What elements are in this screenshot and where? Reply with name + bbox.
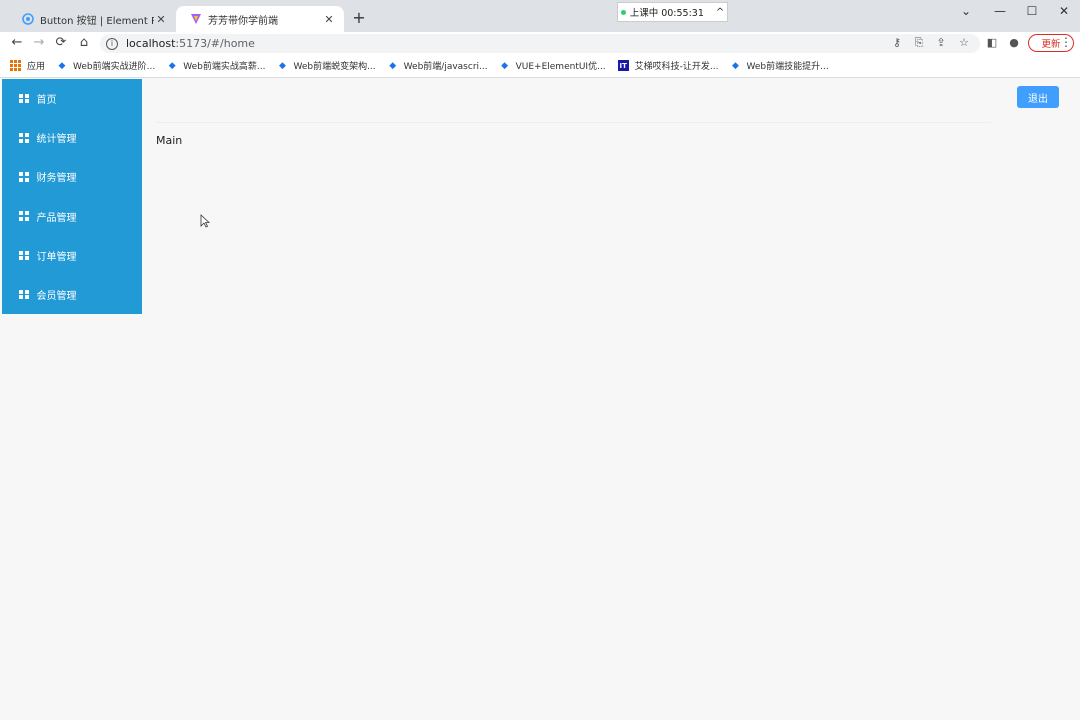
element-plus-icon bbox=[22, 13, 34, 25]
bookmark-icon: ◆ bbox=[732, 60, 739, 71]
bookmark-item[interactable]: ◆ Web前端实战高薪... bbox=[167, 59, 266, 73]
recording-dot-icon bbox=[620, 9, 626, 15]
address-bar[interactable]: i localhost:5173/#/home bbox=[100, 34, 980, 53]
logout-button[interactable]: 退出 bbox=[1017, 86, 1059, 108]
tab-element-plus[interactable]: Button 按钮 | Element Plus ✕ bbox=[8, 6, 176, 32]
tab-active-app[interactable]: 芳芳带你学前端 ✕ bbox=[176, 6, 344, 32]
bookmark-label: Web前端实战高薪... bbox=[183, 62, 266, 72]
bookmarks-bar: 应用 ◆ Web前端实战进阶... ◆ Web前端实战高薪... ◆ Web前端… bbox=[0, 54, 1080, 78]
it-icon: IT bbox=[617, 60, 629, 71]
sidebar-item-home[interactable]: 首页 bbox=[2, 79, 142, 118]
bookmark-star-icon[interactable]: ☆ bbox=[957, 36, 971, 49]
mouse-cursor-icon bbox=[200, 214, 210, 228]
vite-icon bbox=[190, 13, 202, 25]
main-content-text: Main bbox=[156, 134, 183, 147]
grid-icon bbox=[19, 211, 29, 221]
back-button[interactable]: ← bbox=[9, 35, 25, 51]
close-window-button[interactable]: ✕ bbox=[1054, 4, 1074, 18]
tab-title: Button 按钮 | Element Plus bbox=[40, 15, 154, 27]
bookmark-label: Web前端实战进阶... bbox=[73, 62, 156, 72]
recording-indicator[interactable]: 上课中 00:55:31 ^ bbox=[617, 2, 728, 22]
grid-icon bbox=[19, 133, 29, 143]
close-icon[interactable]: ✕ bbox=[154, 13, 168, 26]
profile-icon[interactable]: ● bbox=[1007, 36, 1021, 49]
sidebar-item-label: 产品管理 bbox=[36, 212, 77, 224]
bookmark-icon: ◆ bbox=[389, 60, 397, 71]
bookmark-item[interactable]: ◆ Web前端实战进阶... bbox=[57, 59, 156, 73]
bookmark-item[interactable]: IT 艾梯哎科技-让开发... bbox=[617, 59, 719, 72]
app-page: 首页 统计管理 财务管理 产品管理 订单管理 会员管理 退出 Main bbox=[0, 79, 1080, 720]
grid-icon bbox=[19, 172, 29, 182]
bookmark-icon: ◆ bbox=[278, 60, 286, 71]
sidebar-item-label: 订单管理 bbox=[36, 251, 77, 263]
bookmark-item[interactable]: ◆ Web前端蜕变架构... bbox=[277, 59, 376, 73]
tab-title: 芳芳带你学前端 bbox=[208, 15, 278, 27]
maximize-button[interactable]: ☐ bbox=[1022, 4, 1042, 18]
bookmark-icon: ◆ bbox=[168, 60, 176, 71]
reload-button[interactable]: ⟳ bbox=[53, 35, 69, 51]
close-icon[interactable]: ✕ bbox=[322, 13, 336, 26]
header-divider bbox=[156, 122, 991, 123]
sidebar-item-label: 财务管理 bbox=[36, 173, 77, 185]
sidebar-item-label: 首页 bbox=[36, 95, 57, 107]
bookmark-label: Web前端蜕变架构... bbox=[293, 62, 376, 72]
grid-icon bbox=[19, 250, 29, 261]
info-icon[interactable]: i bbox=[106, 37, 118, 50]
apps-grid-icon bbox=[10, 60, 21, 71]
bookmark-label: 艾梯哎科技-让开发... bbox=[634, 62, 719, 72]
address-path: :5173/#/home bbox=[175, 37, 255, 50]
bookmark-label: VUE+ElementUI优... bbox=[515, 62, 606, 72]
sidebar-item-members[interactable]: 会员管理 bbox=[2, 275, 142, 314]
sidebar-item-products[interactable]: 产品管理 bbox=[2, 197, 142, 236]
browser-tab-strip: Button 按钮 | Element Plus ✕ 芳芳带你学前端 ✕ + 上… bbox=[0, 0, 1080, 32]
bookmark-item[interactable]: ◆ VUE+ElementUI优... bbox=[500, 59, 606, 73]
forward-button[interactable]: → bbox=[31, 35, 47, 51]
translate-icon[interactable]: ⎘ bbox=[912, 36, 926, 50]
more-menu-icon[interactable]: ⋮ bbox=[1060, 35, 1072, 49]
sidebar-menu: 首页 统计管理 财务管理 产品管理 订单管理 会员管理 bbox=[2, 79, 142, 314]
sidebar-item-orders[interactable]: 订单管理 bbox=[2, 236, 142, 275]
sidebar-item-label: 统计管理 bbox=[36, 134, 77, 146]
side-panel-icon[interactable]: ◧ bbox=[985, 36, 999, 49]
home-button[interactable]: ⌂ bbox=[76, 35, 92, 51]
grid-icon bbox=[19, 289, 29, 300]
recording-label: 上课中 00:55:31 bbox=[629, 8, 704, 19]
chevron-up-icon[interactable]: ^ bbox=[716, 7, 724, 18]
share-icon[interactable]: ⇪ bbox=[934, 36, 948, 49]
bookmark-icon: ◆ bbox=[501, 60, 509, 71]
address-host: localhost bbox=[126, 37, 176, 50]
browser-toolbar: ← → ⟳ ⌂ i localhost:5173/#/home ⚷ ⎘ ⇪ ☆ … bbox=[0, 32, 1080, 54]
bookmark-label: Web前端/javascri... bbox=[403, 62, 488, 72]
grid-icon bbox=[19, 93, 29, 104]
bookmark-icon: ◆ bbox=[58, 60, 66, 71]
bookmark-label: Web前端技能提升... bbox=[746, 62, 829, 72]
bookmark-item[interactable]: ◆ Web前端技能提升... bbox=[731, 59, 829, 73]
key-icon[interactable]: ⚷ bbox=[890, 36, 904, 49]
minimize-button[interactable]: — bbox=[990, 4, 1010, 18]
bookmark-apps[interactable]: 应用 bbox=[10, 59, 45, 72]
sidebar-item-label: 会员管理 bbox=[36, 291, 77, 303]
new-tab-button[interactable]: + bbox=[350, 8, 368, 27]
sidebar-item-finance[interactable]: 财务管理 bbox=[2, 157, 142, 196]
bookmark-label: 应用 bbox=[27, 62, 46, 72]
tab-search-icon[interactable]: ⌄ bbox=[956, 4, 976, 18]
sidebar-item-statistics[interactable]: 统计管理 bbox=[2, 118, 142, 157]
bookmark-item[interactable]: ◆ Web前端/javascri... bbox=[388, 59, 488, 73]
